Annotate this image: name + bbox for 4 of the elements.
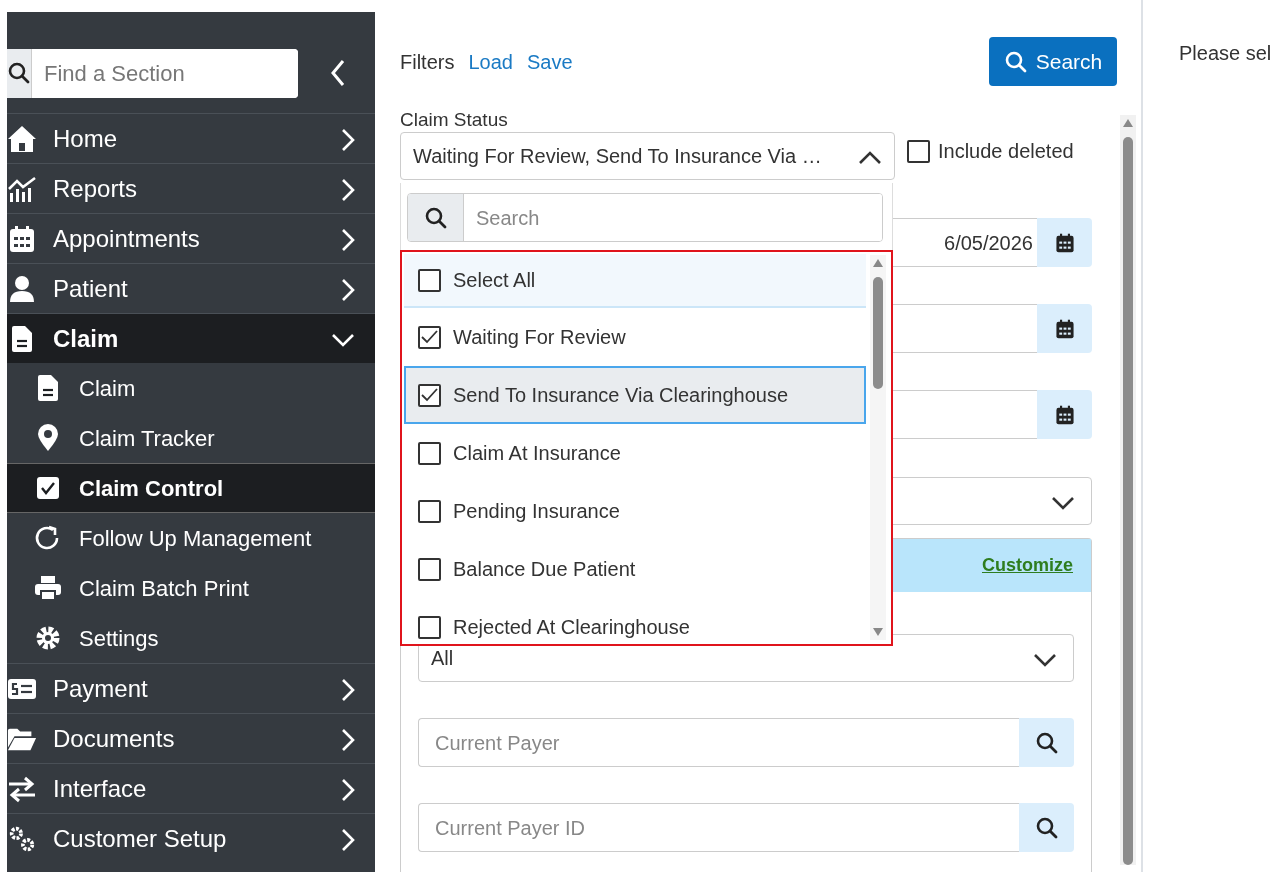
checkbox-label: Include deleted bbox=[938, 139, 1074, 164]
filters-label: Filters bbox=[400, 49, 455, 75]
field-label: Claim Status bbox=[400, 108, 509, 132]
detail-message: Please sel bbox=[1178, 41, 1272, 66]
